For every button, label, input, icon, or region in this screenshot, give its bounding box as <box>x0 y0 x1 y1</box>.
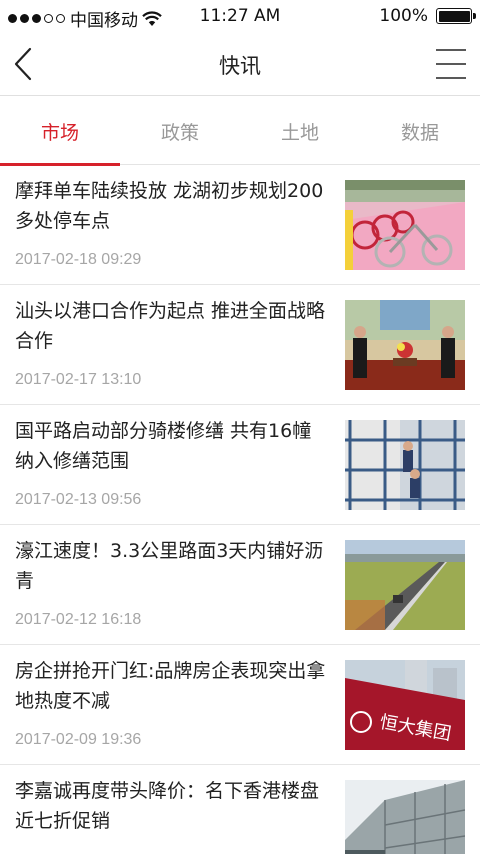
category-tabs: 市场 政策 土地 数据 <box>0 97 480 166</box>
news-title: 摩拜单车陆续投放 龙湖初步规划200多处停车点 <box>15 180 324 232</box>
news-title: 汕头以港口合作为起点 推进全面战略合作 <box>15 300 326 352</box>
status-right: 100% <box>379 6 476 26</box>
news-date: 2017-02-09 19:36 <box>15 731 142 748</box>
list-item[interactable]: 国平路启动部分骑楼修缮 共有16幢纳入修缮范围 2017-02-13 09:56 <box>0 405 480 525</box>
page-title: 快讯 <box>219 54 261 78</box>
list-item[interactable]: 房企拼抢开门红:品牌房企表现突出拿地热度不减 2017-02-09 19:36 … <box>0 645 480 765</box>
nav-bar: 快讯 <box>0 32 480 96</box>
news-title: 房企拼抢开门红:品牌房企表现突出拿地热度不减 <box>15 660 326 712</box>
news-title: 国平路启动部分骑楼修缮 共有16幢纳入修缮范围 <box>15 420 312 472</box>
battery-icon <box>436 8 476 24</box>
hamburger-menu-icon[interactable] <box>434 47 468 81</box>
list-item[interactable]: 汕头以港口合作为起点 推进全面战略合作 2017-02-17 13:10 <box>0 285 480 405</box>
news-thumbnail <box>345 180 465 270</box>
news-date: 2017-02-18 09:29 <box>15 251 142 268</box>
news-thumbnail <box>345 420 465 510</box>
news-date: 2017-02-17 13:10 <box>15 371 142 388</box>
tab-land[interactable]: 土地 <box>240 97 360 165</box>
list-item[interactable]: 濠江速度！3.3公里路面3天内铺好沥青 2017-02-12 16:18 <box>0 525 480 645</box>
news-thumbnail <box>345 780 465 854</box>
news-title: 李嘉诚再度带头降价：名下香港楼盘近七折促销 <box>15 780 320 832</box>
status-bar: 中国移动 11:27 AM 100% <box>0 0 480 32</box>
news-thumbnail <box>345 540 465 630</box>
news-thumbnail: 恒大集团 <box>345 660 465 750</box>
tab-policy[interactable]: 政策 <box>120 97 240 165</box>
news-title: 濠江速度！3.3公里路面3天内铺好沥青 <box>15 540 324 592</box>
tab-market[interactable]: 市场 <box>0 97 120 166</box>
tab-data[interactable]: 数据 <box>360 97 480 165</box>
news-thumbnail <box>345 300 465 390</box>
battery-percent: 100% <box>379 6 428 26</box>
list-item[interactable]: 摩拜单车陆续投放 龙湖初步规划200多处停车点 2017-02-18 09:29 <box>0 165 480 285</box>
list-item[interactable]: 李嘉诚再度带头降价：名下香港楼盘近七折促销 <box>0 765 480 854</box>
news-date: 2017-02-13 09:56 <box>15 491 142 508</box>
news-date: 2017-02-12 16:18 <box>15 611 142 628</box>
news-list: 摩拜单车陆续投放 龙湖初步规划200多处停车点 2017-02-18 09:29… <box>0 165 480 854</box>
